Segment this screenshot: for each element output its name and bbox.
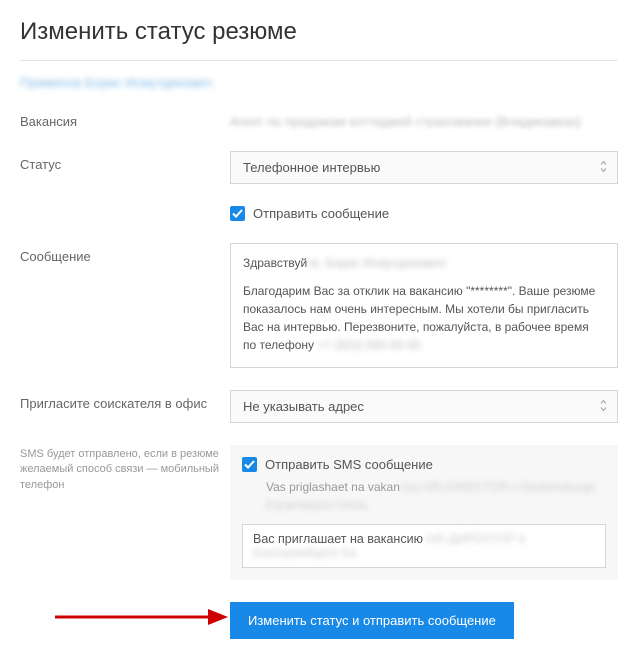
status-label: Статус (20, 151, 230, 172)
chevron-updown-icon (600, 160, 607, 175)
message-label: Сообщение (20, 243, 230, 264)
send-sms-checkbox-label: Отправить SMS сообщение (265, 457, 433, 472)
vacancy-label: Вакансия (20, 108, 230, 129)
status-row: Статус Телефонное интервью (20, 151, 618, 184)
arrow-annotation-icon (50, 602, 230, 632)
message-body-blur: +7 (922) 000-00-00 (317, 338, 420, 352)
message-row: Сообщение Здравствуйте, Борис Исмутдинов… (20, 243, 618, 368)
message-greeting: Здравствуй (243, 256, 307, 270)
sms-row: SMS будет отправлено, если в резюме жела… (20, 445, 618, 580)
vacancy-row: Вакансия Агент по продажам коттеджей стр… (20, 108, 618, 129)
send-message-checkbox-label: Отправить сообщение (253, 206, 389, 221)
invite-row: Пригласите соискателя в офис Не указыват… (20, 390, 618, 423)
send-sms-checkbox[interactable]: Отправить SMS сообщение (242, 457, 606, 472)
message-textarea[interactable]: Здравствуйте, Борис Исмутдинович! Благод… (230, 243, 618, 368)
invite-label: Пригласите соискателя в офис (20, 390, 230, 411)
sms-hint: SMS будет отправлено, если в резюме жела… (20, 445, 230, 493)
status-select[interactable]: Телефонное интервью (230, 151, 618, 184)
checkbox-checked-icon (242, 457, 257, 472)
invite-selected-value: Не указывать адрес (243, 399, 364, 414)
invite-select[interactable]: Не указывать адрес (230, 390, 618, 423)
chevron-updown-icon (600, 399, 607, 414)
send-message-row: Отправить сообщение (20, 206, 618, 221)
vacancy-value: Агент по продажам коттеджей страхования … (230, 108, 618, 129)
message-sign: С уважением, (243, 366, 320, 368)
sms-input[interactable]: Вас приглашает на вакансию HR-ДИРЕКТОР в… (242, 524, 606, 568)
applicant-name[interactable]: Применов Борис Исмутдинович (20, 75, 212, 90)
message-greeting-blur: те, Борис Исмутдинович! (307, 256, 447, 270)
submit-button[interactable]: Изменить статус и отправить сообщение (230, 602, 514, 639)
checkbox-checked-icon (230, 206, 245, 221)
divider (20, 60, 618, 61)
sms-preview: Vas priglashaet na vakanziyu HR-DIRECTOR… (266, 478, 606, 514)
sms-block: Отправить SMS сообщение Vas priglashaet … (230, 445, 618, 580)
send-message-checkbox[interactable]: Отправить сообщение (230, 206, 618, 221)
page-title: Изменить статус резюме (20, 18, 618, 46)
status-selected-value: Телефонное интервью (243, 160, 380, 175)
